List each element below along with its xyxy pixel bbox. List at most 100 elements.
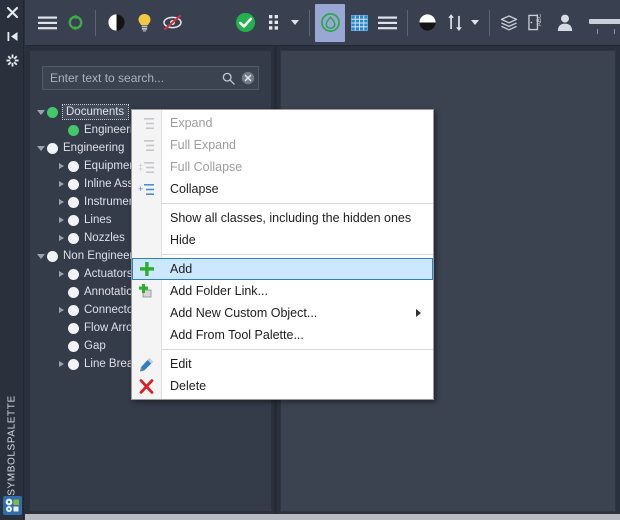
main-toolbar: ABC — [25, 0, 620, 46]
chevron-down-icon[interactable] — [34, 139, 47, 157]
zoom-slider-track[interactable] — [588, 18, 620, 24]
menu-item[interactable]: Edit — [132, 353, 433, 375]
hidden-toggle-button[interactable] — [158, 7, 186, 39]
layers-button[interactable] — [495, 7, 523, 39]
status-dot-hidden[interactable] — [68, 358, 79, 370]
status-dot-hidden[interactable] — [68, 322, 79, 334]
menu-item[interactable]: Delete — [132, 375, 433, 397]
panel-vertical-title: SYMBOLSPALETTE — [0, 390, 24, 500]
context-menu[interactable]: Expand Full Expand ‡ Full Collapse + Collapse… — [131, 109, 434, 400]
symbol-palette-icon[interactable] — [3, 496, 22, 515]
tree-row-label: Lines — [84, 214, 112, 226]
menu-icon-placeholder — [132, 324, 161, 346]
status-bar — [25, 514, 620, 520]
menu-button[interactable] — [33, 7, 61, 39]
tree-row-label: Nozzles — [84, 232, 125, 244]
symbol-view-button[interactable] — [315, 3, 346, 42]
close-icon[interactable] — [0, 0, 24, 24]
validate-button[interactable] — [228, 7, 262, 39]
full-expand-icon — [132, 134, 161, 156]
menu-item-label: Add Folder Link... — [170, 284, 268, 298]
menu-icon-placeholder — [132, 229, 161, 251]
menu-icon-placeholder — [132, 207, 161, 229]
chevron-down-icon[interactable] — [34, 247, 47, 265]
status-dot-hidden[interactable] — [68, 178, 79, 190]
chevron-right-icon[interactable] — [55, 175, 68, 193]
toolbar-group-views — [315, 0, 401, 46]
chevron-right-icon[interactable] — [55, 229, 68, 247]
menu-item-label: Add New Custom Object... — [170, 306, 318, 320]
chevron-down-icon-2[interactable] — [470, 20, 479, 25]
status-dot-visible[interactable] — [47, 106, 58, 118]
chevron-right-icon[interactable] — [55, 301, 68, 319]
magnifier-icon[interactable] — [218, 67, 238, 89]
collapse-icon: + — [132, 178, 161, 200]
menu-item-label: Full Collapse — [170, 160, 243, 174]
contrast2-button[interactable] — [414, 7, 442, 39]
status-dot-hidden[interactable] — [68, 160, 79, 172]
svg-text:‡: ‡ — [138, 162, 143, 172]
panel-vertical-title-text: SYMBOLSPALETTE — [6, 394, 18, 496]
left-rail: SYMBOLSPALETTE — [0, 0, 24, 520]
sort-button[interactable] — [442, 7, 470, 39]
search-input[interactable] — [43, 70, 218, 86]
menu-separator — [161, 203, 433, 204]
toolbar-group-validate — [228, 0, 299, 46]
menu-item-label: Show all classes, including the hidden o… — [170, 211, 412, 225]
chevron-right-icon[interactable] — [55, 157, 68, 175]
chevron-right-icon[interactable] — [55, 211, 68, 229]
tree-row-label: Actuators — [84, 268, 133, 280]
status-dot-hidden[interactable] — [68, 268, 79, 280]
status-dot-hidden[interactable] — [68, 304, 79, 316]
menu-item-label: Collapse — [170, 182, 219, 196]
menu-item[interactable]: Add New Custom Object... — [132, 302, 433, 324]
menu-item-label: Add From Tool Palette... — [170, 328, 304, 342]
menu-item[interactable]: Add — [132, 258, 433, 280]
chevron-down-icon[interactable] — [34, 103, 47, 121]
status-dot-hidden[interactable] — [68, 286, 79, 298]
zoom-slider-ticks — [589, 28, 620, 35]
svg-text:ABC: ABC — [537, 14, 544, 26]
toolbar-group-left — [33, 0, 186, 46]
status-dot-visible[interactable] — [68, 124, 79, 136]
zoom-slider[interactable] — [588, 8, 620, 38]
menu-item[interactable]: Show all classes, including the hidden o… — [132, 207, 433, 229]
status-dot-hidden[interactable] — [47, 142, 58, 154]
dock-pin-icon[interactable] — [0, 24, 24, 48]
menu-item-label: Delete — [170, 379, 207, 393]
status-dot-hidden[interactable] — [68, 232, 79, 244]
contrast-button[interactable] — [102, 7, 130, 39]
menu-item-label: Expand — [170, 116, 213, 130]
toolbar-group-sort — [414, 0, 479, 46]
user-button[interactable] — [551, 7, 579, 39]
menu-item[interactable]: + Collapse — [132, 178, 433, 200]
status-dot-hidden[interactable] — [68, 340, 79, 352]
chevron-right-icon[interactable] — [55, 355, 68, 373]
menu-item[interactable]: Add From Tool Palette... — [132, 324, 433, 346]
abc-label-button[interactable]: ABC — [523, 7, 551, 39]
menu-item: ‡ Full Collapse — [132, 156, 433, 178]
pencil-icon — [132, 353, 161, 375]
chevron-right-icon[interactable] — [55, 265, 68, 283]
clear-circle-icon[interactable] — [238, 67, 258, 89]
menu-item-label: Edit — [170, 357, 192, 371]
expand-icon — [132, 112, 161, 134]
lightbulb-button[interactable] — [130, 7, 158, 39]
search-box[interactable] — [42, 66, 259, 90]
menu-item[interactable]: Hide — [132, 229, 433, 251]
menu-item[interactable]: Add Folder Link... — [132, 280, 433, 302]
table-view-button[interactable] — [345, 7, 373, 39]
menu-item-label: Hide — [170, 233, 196, 247]
grid-dots-button[interactable] — [262, 7, 290, 39]
status-dot-hidden[interactable] — [47, 250, 58, 262]
status-dot-hidden[interactable] — [68, 196, 79, 208]
chevron-down-icon[interactable] — [291, 20, 299, 25]
tree-row-label: Gap — [84, 340, 106, 352]
refresh-button[interactable] — [61, 7, 89, 39]
svg-text:+: + — [138, 184, 143, 194]
list-view-button[interactable] — [373, 7, 401, 39]
settings-gear-icon[interactable] — [0, 48, 24, 72]
menu-item: Full Expand — [132, 134, 433, 156]
chevron-right-icon[interactable] — [55, 193, 68, 211]
status-dot-hidden[interactable] — [68, 214, 79, 226]
